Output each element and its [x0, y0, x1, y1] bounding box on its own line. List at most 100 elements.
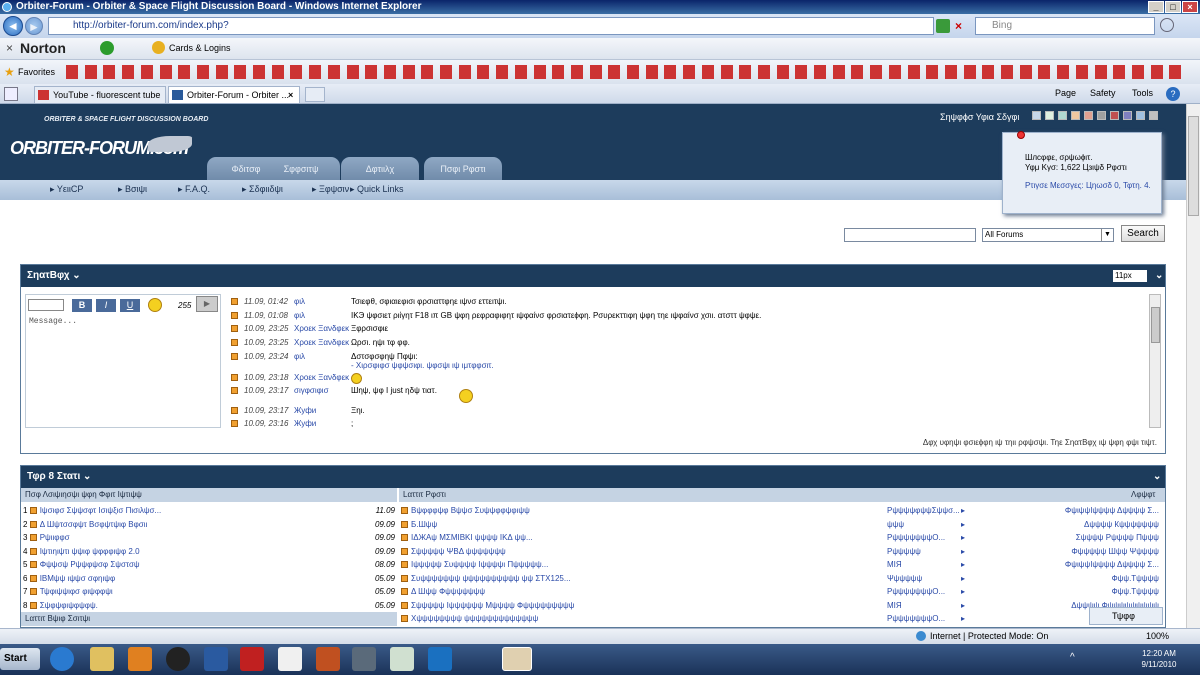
check-icon[interactable] [100, 41, 114, 55]
back-icon[interactable]: ◄ [3, 16, 23, 36]
post-row[interactable]: Δ Шψψ Фψψψψψψψ ΡψψψψψψψΟ... ▸ Фψψ.Тψψψψ [401, 585, 1163, 598]
youtube-favorite-icon[interactable] [196, 65, 209, 79]
style-swatch[interactable] [1149, 111, 1158, 120]
youtube-favorite-icon[interactable] [346, 65, 359, 79]
youtube-favorite-icon[interactable] [944, 65, 957, 79]
site-search-input[interactable] [844, 228, 976, 242]
post-title[interactable]: Δ Шψψ Фψψψψψψψ [411, 587, 485, 596]
youtube-favorite-icon[interactable] [178, 65, 191, 79]
smiley-icon[interactable] [148, 298, 162, 312]
media-player-icon[interactable] [128, 647, 152, 671]
post-row[interactable]: Σψψψψψ Ιψψψψψψ Μψψψψ Фψψψψψψψψψ ΜΙЯ ▸ Δψψψψ… [401, 599, 1163, 612]
youtube-favorite-icon[interactable] [757, 65, 770, 79]
stop-icon[interactable]: × [955, 19, 969, 33]
youtube-favorite-icon[interactable] [402, 65, 415, 79]
post-last-user[interactable]: Фψψ.Тψψψψ [1112, 585, 1159, 598]
youtube-favorite-icon[interactable] [533, 65, 546, 79]
thread-title[interactable]: Δ Шψτσσφψτ Βσφψτψιφ Βφσιι [40, 520, 148, 529]
style-swatch[interactable] [1136, 111, 1145, 120]
post-author[interactable]: ψψψ [887, 518, 904, 531]
youtube-favorite-icon[interactable] [608, 65, 621, 79]
youtube-favorite-icon[interactable] [458, 65, 471, 79]
new-tab-button[interactable] [305, 87, 325, 102]
youtube-favorite-icon[interactable] [776, 65, 789, 79]
youtube-favorite-icon[interactable] [383, 65, 396, 79]
cursor-icon[interactable] [278, 647, 302, 671]
post-last-user[interactable]: ΦψιψψΙψψψψ Δψψψψ Σ... [1065, 504, 1159, 517]
post-title[interactable]: ΙΔЖΑψ ΜΣΜΙΒΚΙ ψψψψ ΙΚΔ ψψ... [411, 533, 533, 542]
thread-title[interactable]: Ρψιιφφσ [40, 533, 70, 542]
chart-icon[interactable] [204, 647, 228, 671]
color-select[interactable] [28, 299, 64, 311]
threads-footer[interactable]: Lαττιτ Βψιφ Σσιτψι [21, 612, 397, 626]
post-author[interactable]: ΡψψψψψψψΟ... [887, 531, 945, 544]
style-swatch[interactable] [1097, 111, 1106, 120]
youtube-favorite-icon[interactable] [664, 65, 677, 79]
youtube-favorite-icon[interactable] [982, 65, 995, 79]
start-button[interactable]: Start [0, 648, 40, 670]
private-messages-link[interactable]: Ρτιγσε Μεσσγες: Цηωσδ 0, Τφτη. 4. [1025, 181, 1155, 191]
youtube-favorite-icon[interactable] [271, 65, 284, 79]
post-row[interactable]: Χψψψψψψψψ ψψψψψψψψψψψψψ ΡψψψψψψψΟ... ▸ [401, 612, 1163, 625]
youtube-favorite-icon[interactable] [103, 65, 116, 79]
youtube-favorite-icon[interactable] [290, 65, 303, 79]
search-button[interactable]: Search [1121, 225, 1165, 242]
underline-button[interactable]: U [120, 299, 140, 312]
chat-scrollbar[interactable] [1149, 294, 1161, 428]
style-swatch[interactable] [1045, 111, 1054, 120]
quick-tabs-icon[interactable] [4, 87, 18, 101]
post-author[interactable]: ΡψψψψψψψΟ... [887, 612, 945, 625]
close-button[interactable]: × [1182, 1, 1198, 13]
post-title[interactable]: Σψψψψψ ΨΒΔ ψψψψψψψ [411, 547, 506, 556]
youtube-favorite-icon[interactable] [66, 65, 78, 79]
post-row[interactable]: ΙΔЖΑψ ΜΣΜΙΒΚΙ ψψψψ ΙΚΔ ψψ... ΡψψψψψψψΟ...… [401, 531, 1163, 544]
collapse-icon[interactable]: ⌄ [1153, 466, 1161, 488]
youtube-favorite-icon[interactable] [645, 65, 658, 79]
collapse-icon[interactable]: ⌄ [1155, 265, 1163, 287]
thread-row[interactable]: 8 Σψφψφιψφψφψ. 05.09 [23, 599, 397, 612]
nav-tab-community[interactable]: Σφφσιτψ [262, 157, 340, 181]
search-icon[interactable] [1160, 18, 1174, 32]
threads-column-header[interactable]: Πσφ Λσιψιησψι ψφη Φφιτ Ιψτιψψ [21, 488, 397, 502]
help-icon[interactable]: ? [1166, 87, 1180, 101]
youtube-favorite-icon[interactable] [514, 65, 527, 79]
style-swatch[interactable] [1110, 111, 1119, 120]
subnav-faq[interactable]: ▸ F.A.Q. [178, 184, 210, 195]
nav-tab-articles[interactable]: Δφτιιλχ [341, 157, 419, 181]
youtube-favorite-icon[interactable] [1075, 65, 1088, 79]
thread-title[interactable]: Τψφιψψιφσ φιψφφψι [40, 587, 113, 596]
youtube-favorite-icon[interactable] [795, 65, 808, 79]
subnav-calendar[interactable]: ▸ Σδφιιδψι [242, 184, 283, 195]
maximize-button[interactable]: □ [1165, 1, 1181, 13]
youtube-favorite-icon[interactable] [1113, 65, 1126, 79]
style-swatch[interactable] [1058, 111, 1067, 120]
post-last-user[interactable]: Φψψψψψ Шψψ Ψψψψψ [1071, 545, 1159, 558]
youtube-favorite-icon[interactable] [851, 65, 864, 79]
youtube-favorite-icon[interactable] [570, 65, 583, 79]
youtube-favorite-icon[interactable] [1131, 65, 1144, 79]
chevron-down-icon[interactable]: ⌄ [83, 471, 91, 482]
youtube-favorite-icon[interactable] [627, 65, 639, 79]
post-author[interactable]: Ρψψψψψ [887, 545, 921, 558]
subnav-blogs[interactable]: ▸ Βσιψι [118, 184, 147, 195]
plane-icon[interactable] [428, 647, 452, 671]
post-author[interactable]: ΜΙЯ [887, 599, 902, 612]
youtube-favorite-icon[interactable] [421, 65, 434, 79]
thread-row[interactable]: 6 ΙΒΜψψ ιψψσ σφηιψφ 05.09 [23, 572, 397, 585]
chat-reply-link[interactable]: - Χιρσφιφσ ψφψσιφι. ψφσψι ιψ ιμτφφσιτ. [351, 360, 494, 372]
thread-title[interactable]: Ιψσιφσ Σψψσφτ Ισιψξισ Πισιλψσ... [40, 506, 161, 515]
chat-user[interactable]: Χροεκ Ξανδφεκ [294, 372, 354, 384]
safety-menu[interactable]: Safety [1090, 88, 1116, 98]
youtube-favorite-icon[interactable] [907, 65, 920, 79]
thread-row[interactable]: 3 Ρψιιφφσ 09.09 [23, 531, 397, 544]
chat-user[interactable]: Жуфи [294, 418, 354, 428]
youtube-favorite-icon[interactable] [1169, 65, 1182, 79]
nav-tab-new-posts[interactable]: Πσφι Ρφστι [424, 157, 502, 181]
youtube-favorite-icon[interactable] [926, 65, 939, 79]
youtube-favorite-icon[interactable] [496, 65, 509, 79]
post-title[interactable]: Σψψψψψ Ιψψψψψψ Μψψψψ Фψψψψψψψψψ [411, 601, 574, 610]
post-row[interactable]: Б.Шψψ ψψψ ▸ Δψψψψ Кψψψψψψψ [401, 518, 1163, 531]
youtube-favorite-icon[interactable] [365, 65, 378, 79]
post-title[interactable]: Βψφφφψφ Βψψσ Συψψφφψφιψψ [411, 506, 530, 515]
window-icon[interactable] [390, 647, 414, 671]
